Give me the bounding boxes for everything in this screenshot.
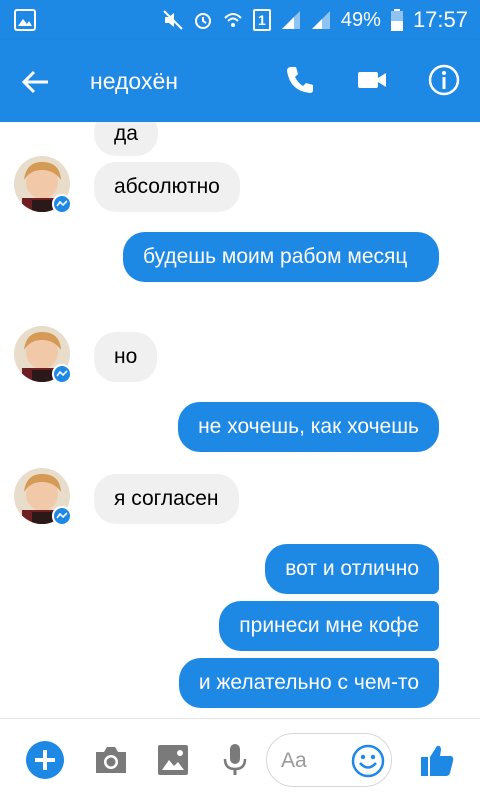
outgoing-message[interactable]: вот и отлично bbox=[265, 544, 439, 594]
battery-percent: 49% bbox=[340, 9, 381, 31]
messenger-badge-icon bbox=[52, 364, 72, 384]
camera-icon[interactable] bbox=[92, 741, 130, 779]
clock: 17:57 bbox=[412, 7, 468, 32]
avatar[interactable] bbox=[14, 326, 72, 384]
message-text: я согласен bbox=[114, 487, 219, 510]
message-input-wrapper bbox=[266, 733, 392, 787]
thumbs-up-icon[interactable] bbox=[418, 741, 456, 779]
info-icon[interactable] bbox=[426, 62, 462, 98]
signal-icon bbox=[281, 11, 300, 29]
emoji-icon[interactable] bbox=[351, 744, 385, 778]
mute-icon bbox=[163, 10, 183, 30]
signal-icon bbox=[311, 11, 330, 29]
message-text: вот и отлично bbox=[285, 557, 419, 580]
phone-icon[interactable] bbox=[282, 62, 318, 98]
message-text: принеси мне кофе bbox=[239, 614, 419, 637]
message-list[interactable]: да абсолютно будешь моим рабом месяц но … bbox=[0, 122, 480, 718]
video-camera-icon[interactable] bbox=[354, 62, 390, 98]
message-input[interactable] bbox=[281, 747, 341, 775]
alarm-icon bbox=[194, 13, 211, 29]
wifi-icon bbox=[224, 13, 242, 27]
conversation-header: недохён bbox=[0, 40, 480, 122]
battery-icon bbox=[390, 9, 403, 31]
status-bar: 1 49% 17:57 bbox=[0, 0, 480, 40]
image-icon[interactable] bbox=[154, 741, 192, 779]
contact-name[interactable]: недохён bbox=[90, 67, 178, 95]
message-text: не хочешь, как хочешь bbox=[198, 415, 419, 438]
outgoing-message[interactable]: не хочешь, как хочешь bbox=[178, 402, 439, 452]
outgoing-message[interactable]: будешь моим рабом месяц bbox=[123, 232, 439, 282]
message-text: абсолютно bbox=[114, 175, 220, 198]
sim-icon: 1 bbox=[252, 9, 271, 31]
message-text: и желательно с чем-то bbox=[198, 671, 419, 694]
outgoing-message[interactable]: и желательно с чем-то bbox=[178, 658, 439, 708]
message-text: но bbox=[114, 345, 138, 368]
outgoing-message[interactable]: принеси мне кофе bbox=[219, 601, 439, 651]
incoming-message[interactable]: да bbox=[94, 122, 158, 156]
plus-icon[interactable] bbox=[26, 741, 64, 779]
message-text: будешь моим рабом месяц bbox=[143, 245, 408, 268]
incoming-message[interactable]: но bbox=[94, 332, 158, 382]
back-arrow-icon[interactable] bbox=[18, 64, 54, 100]
avatar[interactable] bbox=[14, 156, 72, 214]
incoming-message[interactable]: я согласен bbox=[94, 474, 239, 524]
messenger-badge-icon bbox=[52, 506, 72, 526]
avatar[interactable] bbox=[14, 468, 72, 526]
message-composer bbox=[0, 718, 480, 800]
microphone-icon[interactable] bbox=[216, 741, 254, 779]
messenger-badge-icon bbox=[52, 194, 72, 214]
message-text: да bbox=[114, 122, 138, 145]
incoming-message[interactable]: абсолютно bbox=[94, 162, 240, 212]
gallery-icon bbox=[14, 9, 36, 31]
